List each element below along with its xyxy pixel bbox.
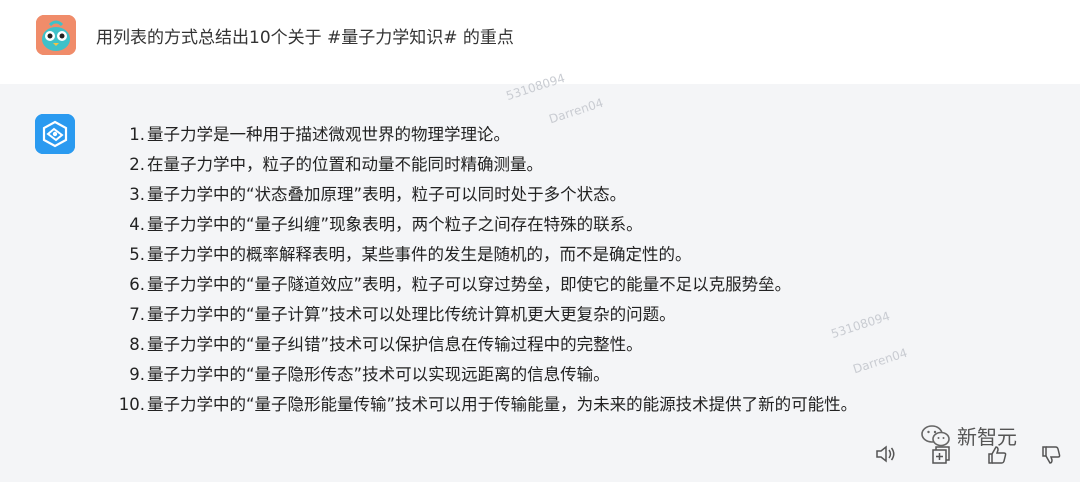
assistant-logo-icon bbox=[35, 114, 75, 154]
list-item: 5. 量子力学中的概率解释表明，某些事件的发生是随机的，而不是确定性的。 bbox=[129, 245, 692, 264]
read-aloud-button[interactable] bbox=[874, 443, 896, 465]
copy-button[interactable] bbox=[930, 444, 952, 466]
user-prompt: 用列表的方式总结出10个关于 #量子力学知识# 的重点 bbox=[96, 28, 514, 48]
speaker-icon bbox=[876, 445, 895, 463]
assistant-avatar bbox=[35, 114, 75, 154]
list-item: 6. 量子力学中的“量子隧道效应”表明，粒子可以穿过势垒，即使它的能量不足以克服势… bbox=[129, 275, 792, 294]
like-button[interactable] bbox=[986, 444, 1008, 466]
list-item: 4. 量子力学中的“量子纠缠”现象表明，两个粒子之间存在特殊的联系。 bbox=[129, 215, 643, 234]
list-item: 1. 量子力学是一种用于描述微观世界的物理学理论。 bbox=[129, 125, 510, 144]
dislike-button[interactable] bbox=[1040, 444, 1062, 466]
user-message-row: 用列表的方式总结出10个关于 #量子力学知识# 的重点 bbox=[0, 0, 1080, 84]
list-item: 7. 量子力学中的“量子计算”技术可以处理比传统计算机更大更复杂的问题。 bbox=[129, 305, 676, 324]
list-item: 8. 量子力学中的“量子纠错”技术可以保护信息在传输过程中的完整性。 bbox=[129, 335, 643, 354]
thumbs-down-icon bbox=[1042, 446, 1061, 464]
copy-add-icon bbox=[932, 446, 950, 464]
list-item: 9. 量子力学中的“量子隐形传态”技术可以实现远距离的信息传输。 bbox=[129, 365, 610, 384]
list-item: 2. 在量子力学中，粒子的位置和动量不能同时精确测量。 bbox=[129, 155, 543, 174]
list-item: 10. 量子力学中的“量子隐形能量传输”技术可以用于传输能量，为未来的能源技术提供… bbox=[118, 395, 858, 414]
bird-avatar-icon bbox=[36, 15, 76, 55]
user-avatar bbox=[36, 15, 76, 55]
thumbs-up-icon bbox=[988, 446, 1007, 464]
assistant-message-row: 1. 量子力学是一种用于描述微观世界的物理学理论。 2. 在量子力学中，粒子的位置和… bbox=[0, 84, 1080, 482]
answer-list: 1. 量子力学是一种用于描述微观世界的物理学理论。 2. 在量子力学中，粒子的位置和… bbox=[113, 120, 857, 420]
list-item: 3. 量子力学中的“状态叠加原理”表明，粒子可以同时处于多个状态。 bbox=[129, 185, 627, 204]
